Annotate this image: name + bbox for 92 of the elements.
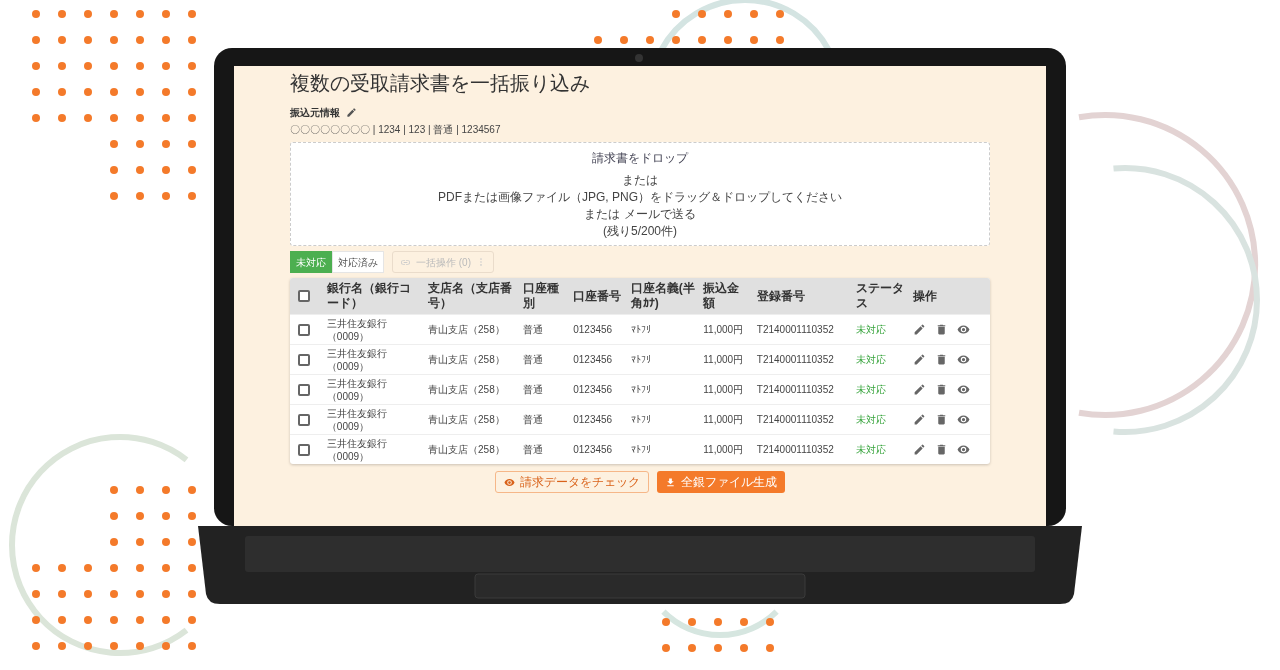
edit-button[interactable] <box>913 353 927 366</box>
table-cell-text: 三井住友銀行（0009） <box>326 436 388 463</box>
page-title: 複数の受取請求書を一括振り込み <box>290 71 591 96</box>
column-header: 口座種別 <box>523 281 561 311</box>
table-cell-text: 三井住友銀行（0009） <box>326 316 388 343</box>
column-header: 振込金額 <box>703 281 741 311</box>
drop-zone-title: 請求書をドロップ <box>592 150 688 167</box>
eye-icon <box>957 353 971 366</box>
drop-zone-text: PDFまたは画像ファイル（JPG, PNG）をドラッグ＆ドロップしてください <box>438 190 842 205</box>
pencil-icon <box>913 413 927 426</box>
table-cell-text: 普通 <box>523 413 545 426</box>
checkbox[interactable] <box>298 383 310 396</box>
table-cell-text: 11,000円 <box>703 443 745 456</box>
column-header: 操作 <box>913 288 939 304</box>
generate-file-button[interactable]: 全銀ファイル生成 <box>657 471 785 493</box>
column-header: ステータス <box>856 281 906 311</box>
check-data-button[interactable]: 請求データをチェック <box>495 471 649 493</box>
edit-button[interactable] <box>913 443 927 456</box>
status-text: 未対応 <box>856 353 888 366</box>
checkbox[interactable] <box>298 443 310 456</box>
checkbox[interactable] <box>298 413 310 426</box>
drop-zone-text: または メールで送る <box>584 207 696 222</box>
eye-icon <box>957 413 971 426</box>
table-cell-text: 普通 <box>523 443 545 456</box>
view-button[interactable] <box>957 443 971 456</box>
status-text: 未対応 <box>856 443 888 456</box>
table-cell-text: 三井住友銀行（0009） <box>326 406 388 433</box>
table-cell-text: T2140001110352 <box>756 413 835 426</box>
table-cell-text: 普通 <box>523 323 545 336</box>
table-cell-text: 青山支店（258） <box>428 443 506 456</box>
eye-icon <box>957 383 971 396</box>
status-tab[interactable]: 対応済み <box>332 251 384 273</box>
table-cell-text: ﾏﾄﾌﾘ <box>630 413 652 426</box>
table-cell-text: 0123456 <box>573 353 614 366</box>
checkbox[interactable] <box>298 323 310 336</box>
table-cell-text: T2140001110352 <box>756 353 835 366</box>
status-text: 未対応 <box>856 413 888 426</box>
table-cell-text: ﾏﾄﾌﾘ <box>630 353 652 366</box>
table-cell-text: 0123456 <box>573 443 614 456</box>
table-cell-text: T2140001110352 <box>756 443 835 456</box>
table-cell-text: 0123456 <box>573 383 614 396</box>
table-cell-text: 青山支店（258） <box>428 413 506 426</box>
table-cell-text: 三井住友銀行（0009） <box>326 346 388 373</box>
column-header: 口座番号 <box>573 288 623 304</box>
table-cell-text: 0123456 <box>573 413 614 426</box>
table-cell-text: 普通 <box>523 353 545 366</box>
column-header: 支店名（支店番号） <box>428 281 513 311</box>
drop-zone-text: または <box>622 173 658 188</box>
checkbox[interactable] <box>298 353 310 366</box>
table-cell-text: 青山支店（258） <box>428 353 506 366</box>
drop-zone[interactable]: 請求書をドロップ または PDFまたは画像ファイル（JPG, PNG）をドラッグ＆ドロップしてください または メールで送る (残り5/200件) <box>290 142 990 246</box>
view-button[interactable] <box>957 383 971 396</box>
table-cell-text: ﾏﾄﾌﾘ <box>630 323 652 336</box>
status-text: 未対応 <box>856 383 888 396</box>
edit-button[interactable] <box>913 413 927 426</box>
column-header: 銀行名（銀行コード） <box>326 281 412 311</box>
table-cell-text: 0123456 <box>573 323 614 336</box>
pencil-icon <box>913 323 927 336</box>
pencil-icon <box>913 353 927 366</box>
status-text: 未対応 <box>856 323 888 336</box>
view-button[interactable] <box>957 413 971 426</box>
pencil-icon <box>913 443 927 456</box>
table-cell-text: 11,000円 <box>703 383 745 396</box>
table-cell-text: 11,000円 <box>703 323 745 336</box>
table-cell-text: ﾏﾄﾌﾘ <box>630 383 652 396</box>
column-header: 口座名義(半角ｶﾅ) <box>630 281 696 311</box>
view-button[interactable] <box>957 323 971 336</box>
account-details: 〇〇〇〇〇〇〇〇 | 1234 | 123 | 普通 | 1234567 <box>290 123 502 137</box>
table-cell-text: 青山支店（258） <box>428 323 506 336</box>
download-icon <box>665 476 676 488</box>
table-cell-text: 11,000円 <box>703 413 745 426</box>
pencil-icon <box>913 383 927 396</box>
table-cell-text: ﾏﾄﾌﾘ <box>630 443 652 456</box>
table-cell-text: 青山支店（258） <box>428 383 506 396</box>
section-label: 振込元情報 <box>290 106 340 120</box>
edit-button[interactable] <box>913 323 927 336</box>
pencil-icon <box>346 107 357 118</box>
table-cell-text: T2140001110352 <box>756 323 835 336</box>
drop-zone-text: (残り5/200件) <box>603 224 677 239</box>
camera-icon <box>635 54 643 62</box>
eye-icon <box>957 443 971 456</box>
view-button[interactable] <box>957 353 971 366</box>
table-cell-text: 三井住友銀行（0009） <box>326 376 388 403</box>
table-cell-text: T2140001110352 <box>756 383 835 396</box>
table-cell-text: 11,000円 <box>703 353 745 366</box>
column-header: 登録番号 <box>756 288 806 304</box>
table-cell-text: 普通 <box>523 383 545 396</box>
eye-icon <box>957 323 971 336</box>
checkbox[interactable] <box>298 290 310 302</box>
edit-button[interactable] <box>913 383 927 396</box>
status-tab[interactable]: 未対応 <box>290 251 332 273</box>
eye-icon <box>504 476 515 488</box>
